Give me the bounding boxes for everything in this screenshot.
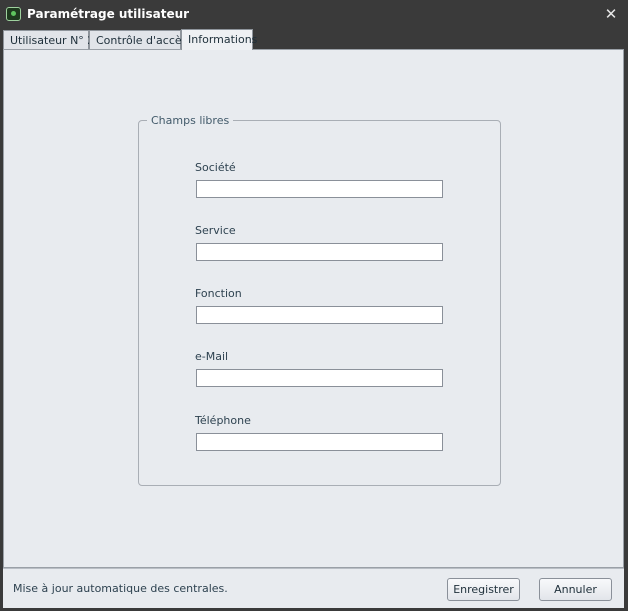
close-icon[interactable]: ✕ bbox=[602, 5, 620, 23]
telephone-label: Téléphone bbox=[195, 414, 251, 427]
email-label: e-Mail bbox=[195, 350, 229, 363]
societe-label: Société bbox=[195, 161, 236, 174]
window-title: Paramétrage utilisateur bbox=[27, 7, 190, 21]
cancel-button[interactable]: Annuler bbox=[539, 578, 612, 601]
title-bar[interactable]: Paramétrage utilisateur ✕ bbox=[0, 0, 628, 29]
fonction-label: Fonction bbox=[195, 287, 242, 300]
tab-utilisateur[interactable]: Utilisateur N° 2 bbox=[3, 30, 94, 49]
service-input[interactable] bbox=[196, 243, 443, 261]
tab-panel-informations: Champs libres Société Service Fonction e… bbox=[3, 49, 624, 568]
champs-libres-group: Champs libres Société Service Fonction e… bbox=[138, 114, 501, 486]
tab-informations[interactable]: Informations bbox=[181, 29, 257, 50]
societe-input[interactable] bbox=[196, 180, 443, 198]
group-legend: Champs libres bbox=[151, 114, 230, 127]
email-input[interactable] bbox=[196, 369, 443, 387]
status-text: Mise à jour automatique des centrales. bbox=[13, 582, 228, 595]
dialog-window: Paramétrage utilisateur ✕ Utilisateur N°… bbox=[0, 0, 628, 611]
telephone-input[interactable] bbox=[196, 433, 443, 451]
dialog-footer: Mise à jour automatique des centrales. E… bbox=[3, 568, 624, 608]
tab-controle-acces[interactable]: Contrôle d'accès bbox=[89, 30, 187, 49]
service-label: Service bbox=[195, 224, 236, 237]
fonction-input[interactable] bbox=[196, 306, 443, 324]
save-button[interactable]: Enregistrer bbox=[447, 578, 520, 601]
app-icon bbox=[6, 7, 21, 21]
